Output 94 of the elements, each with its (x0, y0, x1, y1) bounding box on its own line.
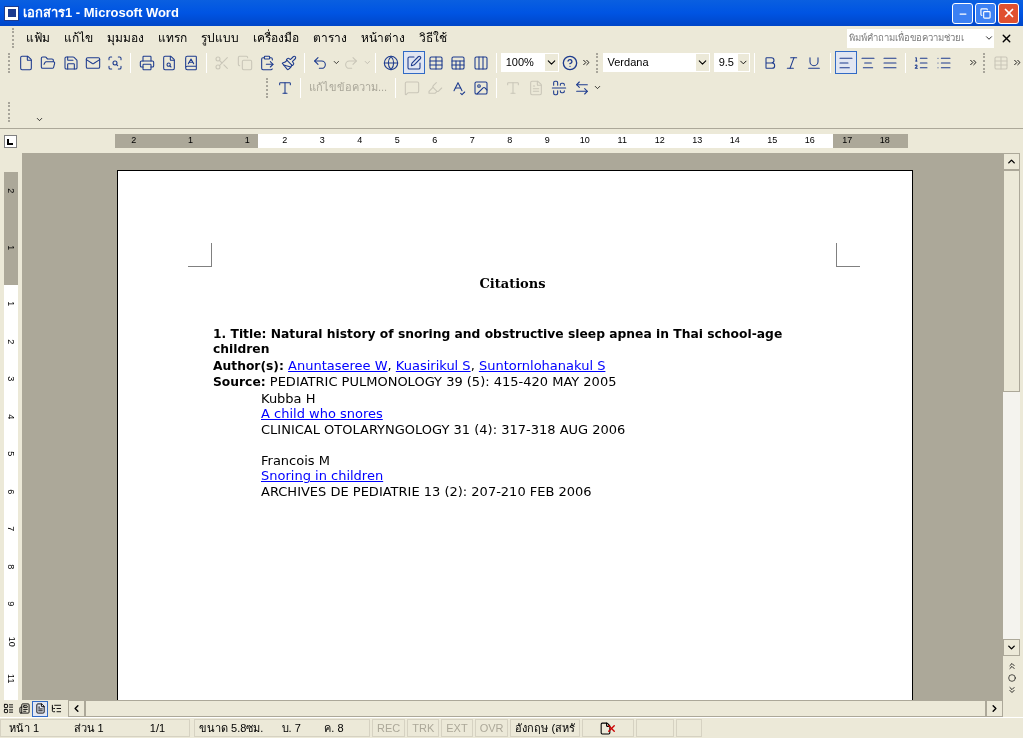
dropdown-caret-icon[interactable] (593, 83, 603, 92)
browse-object-icon[interactable] (1007, 674, 1016, 682)
ruler-number: 2 (5, 338, 18, 344)
dropdown-caret-icon (544, 54, 558, 71)
dropdown-caret-icon (695, 54, 709, 71)
ruler-number: 3 (5, 376, 18, 382)
menu-item[interactable]: เครื่องมือ (246, 29, 306, 47)
minimize-button[interactable] (952, 2, 973, 24)
citation-author: Kubba H (261, 390, 317, 406)
ruler-number: 5 (5, 451, 18, 457)
close-button[interactable] (998, 2, 1019, 24)
scroll-down-button[interactable] (1003, 639, 1020, 656)
more-buttons-icon[interactable] (580, 57, 592, 68)
scroll-up-button[interactable] (1003, 153, 1020, 170)
restore-button[interactable] (975, 2, 996, 24)
ruler-number: 11 (5, 674, 18, 684)
dropdown-caret-icon (984, 33, 994, 43)
menu-item[interactable]: รูปแบบ (194, 29, 246, 47)
ruler-number: 17 (842, 134, 853, 148)
article-link[interactable]: Snoring in children (261, 468, 384, 483)
ruler-number: 4 (357, 134, 363, 148)
ruler-number: 2 (131, 134, 137, 148)
ruler-number: 1 (244, 134, 250, 148)
citation-author: Francois M (261, 452, 331, 468)
next-page-icon[interactable] (1006, 684, 1017, 695)
restore-icon (980, 7, 991, 19)
ruler-number: 10 (579, 134, 590, 148)
spelling-status-icon[interactable] (599, 721, 618, 735)
citation-authors: Author(s): Anuntaseree W, Kuasirikul S, Suntornlohanakul S (213, 357, 607, 374)
more-buttons-icon[interactable] (1012, 57, 1023, 68)
ruler-number: 14 (729, 134, 740, 148)
author-link[interactable]: Suntornlohanakul S (478, 357, 606, 373)
ruler-number: 2 (5, 188, 18, 194)
ruler-number: 6 (432, 134, 438, 148)
ruler-number: 1 (188, 134, 193, 148)
article-link[interactable]: A child who snores (261, 406, 383, 421)
more-buttons-icon[interactable] (968, 57, 980, 68)
help-search-field[interactable]: พิมพ์คำถามเพื่อขอความช่วยเ (847, 28, 994, 48)
ruler-number: 11 (617, 134, 627, 148)
document-heading: Citations (479, 276, 546, 291)
margin-corner-mark (188, 243, 212, 267)
scroll-left-button[interactable] (68, 700, 85, 717)
print-view-icon[interactable] (32, 700, 48, 717)
ruler-number: 10 (5, 636, 18, 647)
ruler-number: 1 (5, 301, 18, 307)
ruler-number: 7 (5, 526, 18, 532)
font-size-combo[interactable]: 9.5 (713, 53, 750, 72)
ruler-number: 9 (5, 601, 18, 607)
menu-item[interactable]: แทรก (151, 29, 194, 47)
ruler-number: 7 (469, 134, 475, 148)
menu-item[interactable]: หน้าต่าง (354, 29, 412, 47)
ruler-number: 6 (5, 488, 18, 494)
author-link[interactable]: Anuntaseree W (288, 357, 388, 373)
margin-corner-mark (836, 243, 860, 267)
ruler-number: 5 (394, 134, 400, 148)
ruler-number: 12 (654, 134, 665, 148)
ruler-number: 1 (5, 245, 18, 250)
dropdown-caret-icon[interactable] (35, 115, 44, 124)
citation-source: Source: PEDIATRIC PULMONOLOGY 39 (5): 415-420 MAY 2005 (213, 374, 618, 391)
ruler-number: 2 (282, 134, 288, 148)
ruler-number: 4 (5, 413, 18, 419)
comma-separator: , (470, 357, 476, 373)
menu-item[interactable]: ตาราง (306, 29, 354, 47)
web-view-icon[interactable] (16, 700, 32, 717)
scroll-thumb[interactable] (1003, 170, 1020, 392)
menu-item[interactable]: มุมมอง (100, 29, 151, 47)
menu-item[interactable]: วิธีใช้ (412, 29, 454, 47)
ruler-number: 13 (692, 134, 703, 148)
citation-source: CLINICAL OTOLARYNGOLOGY 31 (4): 317-318 AUG 2006 (261, 421, 627, 437)
menu-item[interactable]: แฟ้ม (19, 29, 57, 47)
previous-page-icon[interactable] (1006, 661, 1017, 672)
font-combo[interactable]: Verdana (602, 53, 710, 72)
ruler-number: 8 (5, 563, 18, 569)
dropdown-caret-icon[interactable] (331, 58, 341, 67)
menu-item[interactable]: แก้ไข (57, 29, 100, 47)
ruler-number: 8 (507, 134, 513, 148)
ruler-number: 16 (804, 134, 815, 148)
comma-separator: , (387, 357, 393, 373)
ruler-number: 3 (319, 134, 325, 148)
zoom-combo[interactable]: 100% (500, 53, 559, 72)
align-left-icon[interactable] (834, 51, 857, 74)
word-document-icon (4, 5, 19, 21)
citation-source: ARCHIVES DE PEDIATRIE 13 (2): 207-210 FEB 2006 (261, 483, 593, 499)
window-title: เอกสาร1 - Microsoft Word (23, 4, 179, 23)
tab-selector-icon[interactable] (4, 134, 17, 148)
ruler-number: 18 (879, 134, 890, 148)
ruler-number: 9 (544, 134, 550, 148)
scroll-right-button[interactable] (986, 700, 1003, 717)
dropdown-caret-icon (737, 54, 749, 71)
vertical-scrollbar[interactable] (1003, 153, 1020, 700)
status-language: อังกฤษ (สหรั (510, 719, 581, 737)
author-link[interactable]: Kuasirikul S (395, 357, 471, 373)
ruler-number: 15 (767, 134, 778, 148)
citation-title: 1. Title: Natural history of snoring and obstructive sleep apnea in Thai school-age children (213, 326, 784, 358)
